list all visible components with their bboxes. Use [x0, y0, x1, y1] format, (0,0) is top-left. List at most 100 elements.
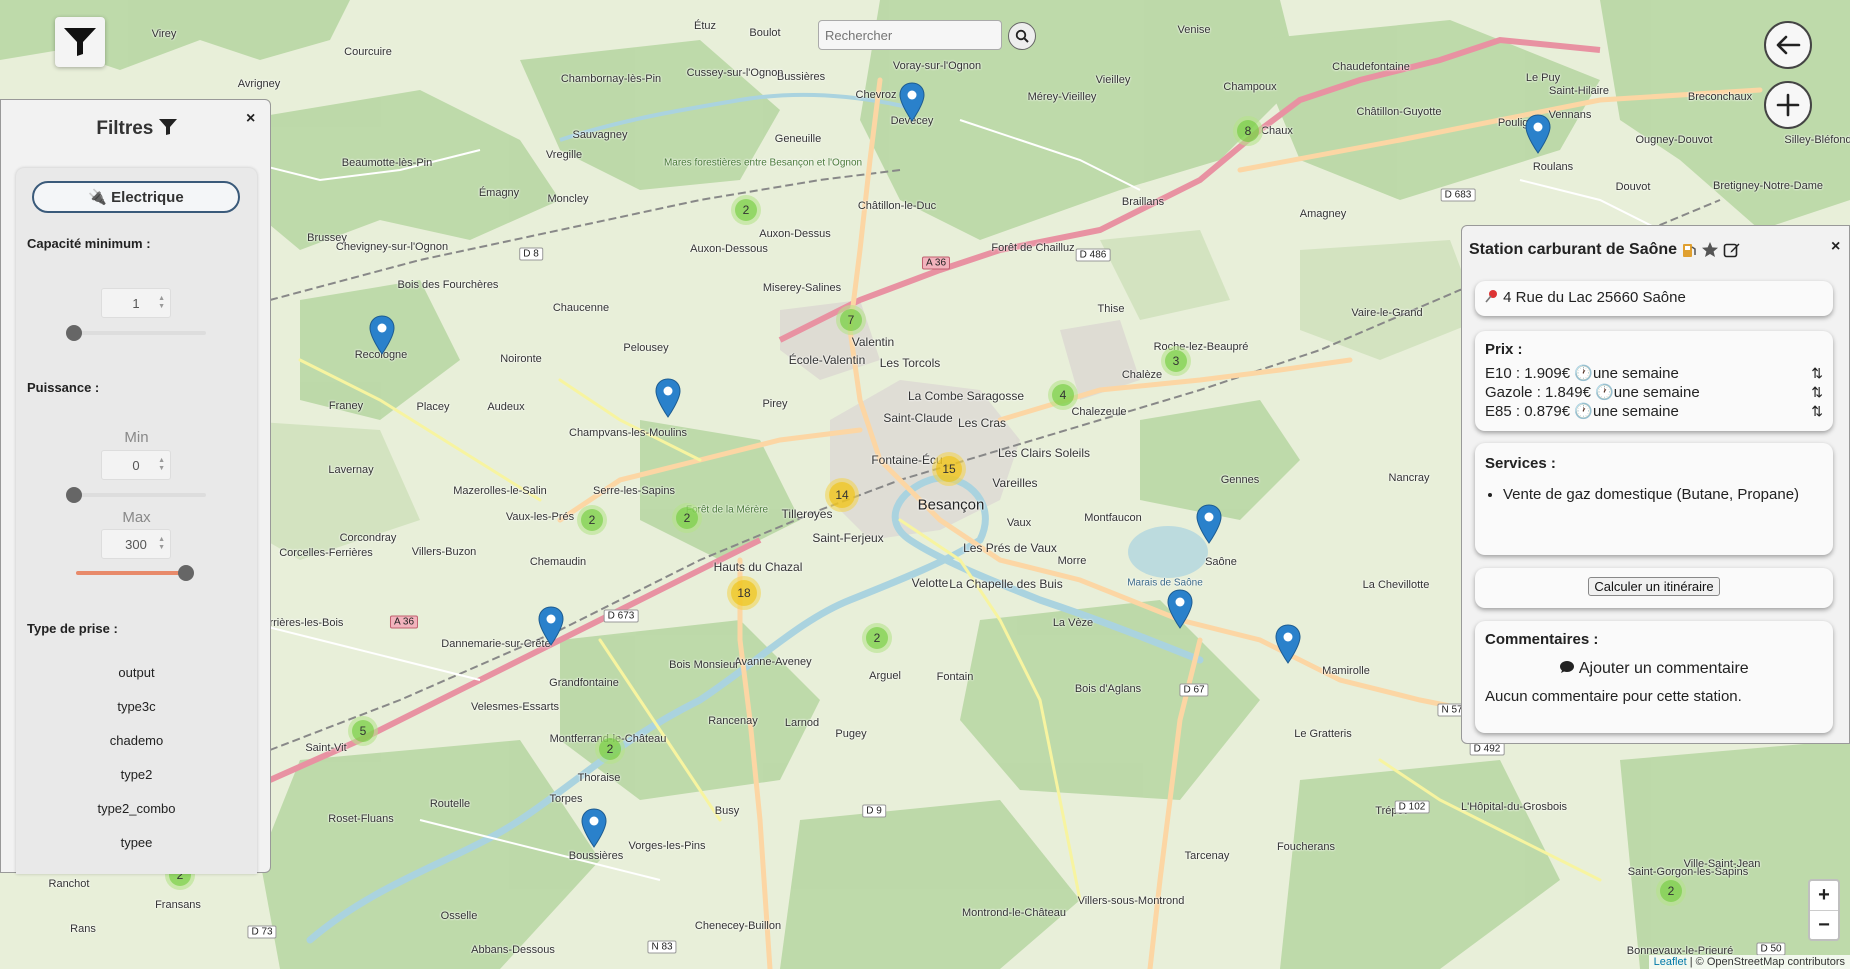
place-label: Osselle [440, 910, 478, 922]
place-label: Saint-Vit [305, 742, 347, 754]
plug-type-option[interactable]: type2_combo [16, 801, 257, 816]
filter-icon [158, 119, 177, 135]
clock-icon: 🕐 [1595, 384, 1614, 401]
power-max-input[interactable]: 300 ▲ ▼ [101, 529, 171, 559]
station-marker-icon[interactable] [1167, 589, 1193, 629]
route-button[interactable]: Calculer un itinéraire [1588, 577, 1720, 596]
power-max-value: 300 [125, 536, 147, 552]
station-marker-icon[interactable] [899, 82, 925, 122]
power-min-slider[interactable] [66, 487, 206, 503]
place-label: Pelousey [623, 342, 669, 354]
sort-icon[interactable]: ⇅ [1811, 364, 1823, 383]
cluster-marker[interactable]: 15 [932, 452, 966, 486]
cluster-marker[interactable]: 7 [836, 305, 866, 335]
road-label: D 102 [1394, 800, 1430, 814]
capacity-slider[interactable] [66, 325, 206, 341]
search-button[interactable] [1008, 22, 1036, 50]
road-label: A 36 [921, 256, 951, 270]
back-button[interactable] [1764, 21, 1812, 69]
place-label: Bussières [776, 71, 826, 83]
station-marker-icon[interactable] [369, 315, 395, 355]
add-station-button[interactable] [1764, 81, 1812, 129]
cluster-marker[interactable]: 2 [1656, 876, 1686, 906]
capacity-input[interactable]: 1 ▲ ▼ [101, 288, 171, 318]
place-label: Chaudefontaine [1332, 61, 1410, 73]
spinner-icon: ▲ ▼ [158, 536, 165, 551]
price-age: une semaine [1592, 403, 1679, 420]
cluster-marker[interactable]: 2 [595, 734, 625, 764]
plug-type-option[interactable]: output [16, 665, 257, 680]
pushpin-icon [1485, 290, 1497, 303]
zoom-in-button[interactable]: + [1810, 881, 1838, 911]
cluster-marker[interactable]: 18 [727, 576, 761, 610]
plug-type-option[interactable]: typee [16, 835, 257, 850]
sort-icon[interactable]: ⇅ [1811, 402, 1823, 421]
place-label: Cussey-sur-l'Ognon [686, 67, 784, 79]
search-input[interactable] [818, 20, 1002, 50]
station-marker-icon[interactable] [1196, 504, 1222, 544]
place-label: La Chapelle des Buis [949, 577, 1063, 591]
place-label: Saint-Claude [883, 411, 953, 425]
zoom-out-button[interactable]: − [1810, 911, 1838, 940]
plug-type-option[interactable]: type3c [16, 699, 257, 714]
plug-type-option[interactable]: chademo [16, 733, 257, 748]
place-label: Noironte [500, 353, 542, 365]
price-age: une semaine [1613, 384, 1700, 401]
cluster-marker[interactable]: 2 [862, 623, 892, 653]
plug-type-option[interactable]: type2 [16, 767, 257, 782]
filter-toggle-button[interactable] [55, 17, 105, 67]
map-attribution: Leaflet | © OpenStreetMap contributors [1648, 955, 1850, 969]
place-label: Foucherans [1276, 841, 1336, 853]
slider-handle[interactable] [66, 325, 82, 341]
cluster-count: 4 [1052, 384, 1074, 406]
filters-title: Filtres [1, 118, 272, 140]
power-min-input[interactable]: 0 ▲ ▼ [101, 450, 171, 480]
services-title: Services : [1485, 455, 1556, 472]
add-comment-button[interactable]: Ajouter un commentaire [1485, 660, 1823, 678]
place-label: Bretigney-Notre-Dame [1712, 180, 1824, 192]
star-icon[interactable] [1701, 241, 1719, 259]
cluster-marker[interactable]: 14 [825, 478, 859, 512]
electric-toggle-button[interactable]: 🔌 Electrique [32, 181, 240, 213]
station-marker-icon[interactable] [1275, 624, 1301, 664]
station-marker-icon[interactable] [655, 378, 681, 418]
price-row: E85 : 0.879€ 🕐une semaine ⇅ [1485, 402, 1823, 421]
no-comments-text: Aucun commentaire pour cette station. [1485, 688, 1742, 705]
cluster-marker[interactable]: 2 [731, 195, 761, 225]
edit-icon[interactable] [1723, 241, 1741, 259]
place-label: Vieilley [1095, 74, 1131, 86]
station-marker-icon[interactable] [538, 606, 564, 646]
slider-handle[interactable] [178, 565, 194, 581]
road-label: N 83 [647, 940, 677, 954]
leaflet-link[interactable]: Leaflet [1654, 956, 1687, 968]
cluster-marker[interactable]: 3 [1161, 346, 1191, 376]
place-label: Montfaucon [1084, 512, 1142, 524]
cluster-count: 2 [1660, 880, 1682, 902]
cluster-marker[interactable]: 4 [1048, 380, 1078, 410]
plug-type-label: Type de prise : [27, 621, 118, 636]
cluster-marker[interactable]: 2 [672, 503, 702, 533]
cluster-marker[interactable]: 2 [577, 505, 607, 535]
cluster-count: 8 [1237, 120, 1259, 142]
place-label: Venise [1177, 24, 1211, 36]
filters-close-button[interactable]: × [246, 110, 255, 128]
place-label: Besançon [917, 496, 985, 514]
station-marker-icon[interactable] [1525, 114, 1551, 154]
place-label: Saône [1205, 556, 1237, 568]
cluster-count: 7 [840, 309, 862, 331]
station-marker-icon[interactable] [581, 808, 607, 848]
service-item: Vente de gaz domestique (Butane, Propane… [1503, 486, 1823, 503]
place-label: Breconchaux [1687, 91, 1753, 103]
station-address: 4 Rue du Lac 25660 Saône [1503, 289, 1686, 306]
station-close-button[interactable]: × [1831, 238, 1840, 256]
cluster-marker[interactable]: 8 [1233, 116, 1263, 146]
cluster-count: 2 [676, 507, 698, 529]
road-label: D 8 [519, 247, 543, 261]
place-label: Douvot [1615, 181, 1651, 193]
cluster-marker[interactable]: 5 [348, 716, 378, 746]
sort-icon[interactable]: ⇅ [1811, 383, 1823, 402]
power-max-slider[interactable] [76, 565, 194, 581]
place-label: Routelle [429, 798, 471, 810]
slider-handle[interactable] [66, 487, 82, 503]
place-label: Roulans [1532, 161, 1574, 173]
